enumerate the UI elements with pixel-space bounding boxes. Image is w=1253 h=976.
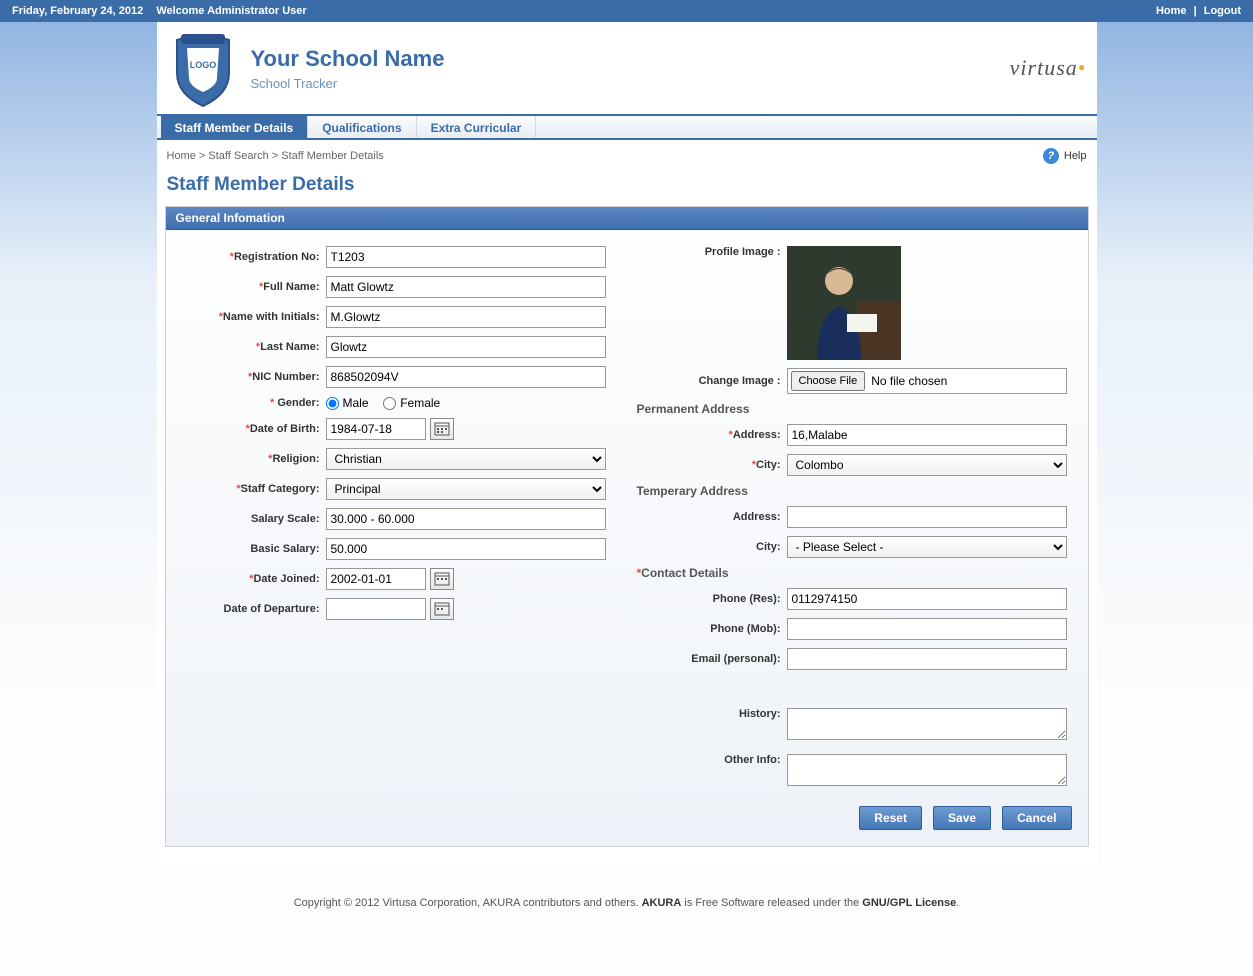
temp-address-input[interactable] <box>787 506 1067 528</box>
logout-link[interactable]: Logout <box>1204 5 1241 17</box>
svg-text:LOGO: LOGO <box>189 60 216 70</box>
general-info-panel: General Infomation *Registration No: *Fu… <box>165 206 1089 847</box>
label-perm-city: *City: <box>637 459 787 471</box>
nic-input[interactable] <box>326 366 606 388</box>
header: LOGO Your School Name School Tracker vir… <box>157 22 1097 114</box>
date-joined-calendar-button[interactable] <box>430 568 454 590</box>
staff-cat-select[interactable]: Principal <box>326 478 606 500</box>
calendar-icon <box>434 600 450 619</box>
label-religion: *Religion: <box>176 453 326 465</box>
cancel-button[interactable]: Cancel <box>1002 806 1071 830</box>
navbar: Staff Member Details Qualifications Extr… <box>157 114 1097 140</box>
reset-button[interactable]: Reset <box>859 806 922 830</box>
help-link[interactable]: ? Help <box>1043 148 1087 164</box>
label-basic-salary: Basic Salary: <box>176 543 326 555</box>
history-textarea[interactable] <box>787 708 1067 740</box>
label-profile-image: Profile Image : <box>637 246 787 258</box>
topbar-date: Friday, February 24, 2012 <box>12 5 143 17</box>
phone-res-input[interactable] <box>787 588 1067 610</box>
file-status: No file chosen <box>871 374 947 388</box>
label-reg-no: *Registration No: <box>176 251 326 263</box>
perm-address-heading: Permanent Address <box>637 402 1078 416</box>
school-name: Your School Name <box>251 46 1010 72</box>
name-initials-input[interactable] <box>326 306 606 328</box>
contact-heading: *Contact Details <box>637 566 1078 580</box>
date-departure-calendar-button[interactable] <box>430 598 454 620</box>
tab-staff-details[interactable]: Staff Member Details <box>161 116 309 138</box>
brand-logo: virtusa• <box>1010 55 1087 81</box>
label-last-name: *Last Name: <box>176 341 326 353</box>
school-logo: LOGO <box>167 28 239 108</box>
basic-salary-input[interactable] <box>326 538 606 560</box>
separator: | <box>1194 5 1197 17</box>
label-name-initials: *Name with Initials: <box>176 311 326 323</box>
page-title: Staff Member Details <box>157 168 1097 206</box>
topbar: Friday, February 24, 2012 Welcome Admini… <box>0 0 1253 22</box>
reg-no-input[interactable] <box>326 246 606 268</box>
label-perm-address: *Address: <box>637 429 787 441</box>
action-bar: Reset Save Cancel <box>166 800 1088 830</box>
gender-female-radio[interactable] <box>383 397 396 410</box>
label-staff-cat: *Staff Category: <box>176 483 326 495</box>
topbar-welcome: Welcome Administrator User <box>156 5 306 17</box>
dob-input[interactable] <box>326 418 426 440</box>
label-full-name: *Full Name: <box>176 281 326 293</box>
last-name-input[interactable] <box>326 336 606 358</box>
label-phone-mob: Phone (Mob): <box>637 623 787 635</box>
tab-qualifications[interactable]: Qualifications <box>308 116 416 138</box>
perm-address-input[interactable] <box>787 424 1067 446</box>
label-salary-scale: Salary Scale: <box>176 513 326 525</box>
label-history: History: <box>637 708 787 720</box>
tab-extra-curricular[interactable]: Extra Curricular <box>417 116 537 138</box>
choose-file-button[interactable]: Choose File <box>791 371 866 391</box>
home-link[interactable]: Home <box>1156 5 1187 17</box>
bc-home[interactable]: Home <box>167 150 196 162</box>
date-joined-input[interactable] <box>326 568 426 590</box>
app-subtitle: School Tracker <box>251 76 1010 91</box>
help-icon: ? <box>1043 148 1059 164</box>
temp-address-heading: Temperary Address <box>637 484 1078 498</box>
other-info-textarea[interactable] <box>787 754 1067 786</box>
perm-city-select[interactable]: Colombo <box>787 454 1067 476</box>
label-change-image: Change Image : <box>637 375 787 387</box>
label-phone-res: Phone (Res): <box>637 593 787 605</box>
email-input[interactable] <box>787 648 1067 670</box>
panel-header: General Infomation <box>166 207 1088 230</box>
label-dob: *Date of Birth: <box>176 423 326 435</box>
label-other: Other Info: <box>637 754 787 766</box>
calendar-icon <box>434 420 450 439</box>
file-input-wrap: Choose File No file chosen <box>787 368 1067 394</box>
label-temp-city: City: <box>637 541 787 553</box>
label-date-departure: Date of Departure: <box>176 603 326 615</box>
full-name-input[interactable] <box>326 276 606 298</box>
gender-male-radio[interactable] <box>326 397 339 410</box>
save-button[interactable]: Save <box>933 806 991 830</box>
label-email: Email (personal): <box>637 653 787 665</box>
salary-scale-input[interactable] <box>326 508 606 530</box>
temp-city-select[interactable]: - Please Select - <box>787 536 1067 558</box>
footer: Copyright © 2012 Virtusa Corporation, AK… <box>0 867 1253 929</box>
date-departure-input[interactable] <box>326 598 426 620</box>
religion-select[interactable]: Christian <box>326 448 606 470</box>
dob-calendar-button[interactable] <box>430 418 454 440</box>
bc-current: Staff Member Details <box>281 150 384 162</box>
label-temp-address: Address: <box>637 511 787 523</box>
label-nic: *NIC Number: <box>176 371 326 383</box>
label-date-joined: *Date Joined: <box>176 573 326 585</box>
breadcrumb: Home > Staff Search > Staff Member Detai… <box>167 150 384 162</box>
label-gender: * Gender: <box>176 397 326 409</box>
bc-staff-search[interactable]: Staff Search <box>208 150 268 162</box>
phone-mob-input[interactable] <box>787 618 1067 640</box>
calendar-icon <box>434 570 450 589</box>
profile-image <box>787 246 901 360</box>
